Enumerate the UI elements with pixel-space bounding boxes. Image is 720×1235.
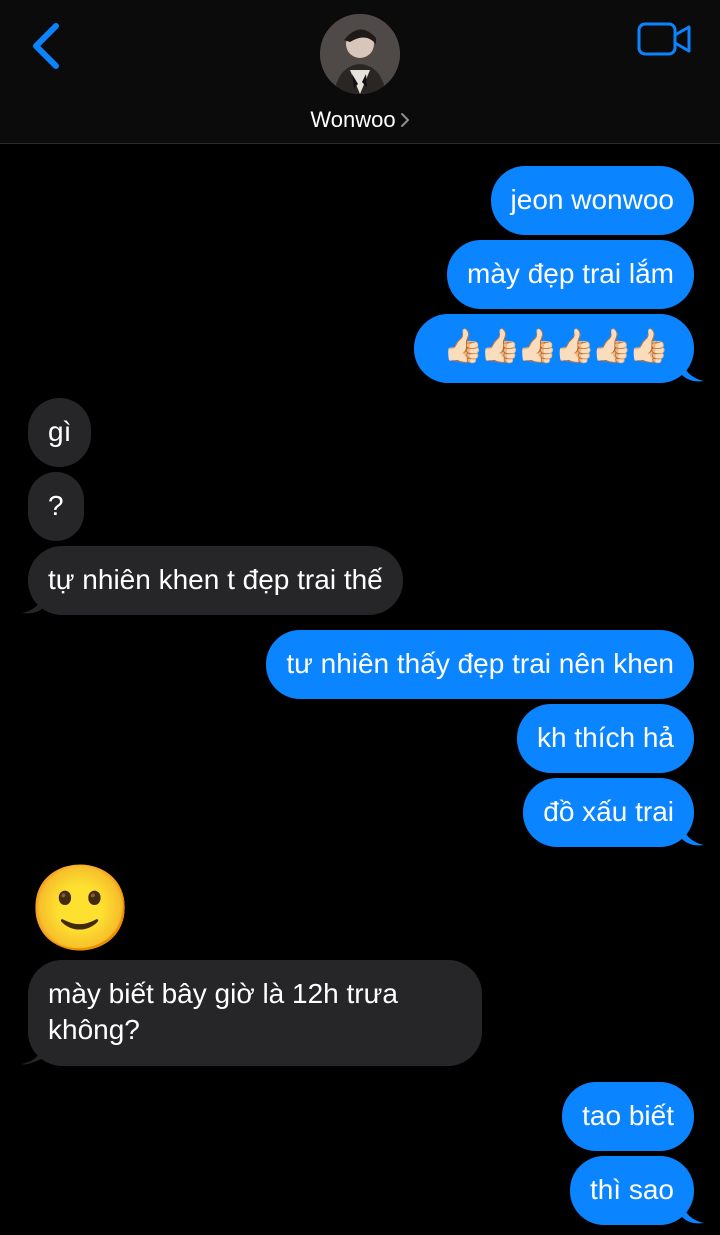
avatar-photo-icon [320, 14, 400, 94]
bubble-tail-outgoing [682, 825, 704, 846]
conversation-header: Wonwoo [0, 0, 720, 144]
message-bubble-outgoing[interactable]: thì sao [569, 1156, 694, 1225]
message-text-line: mày biết bây giờ là 12h trưa [48, 978, 398, 1009]
message-bubble-outgoing[interactable]: tao biết [562, 1082, 694, 1151]
message-bubble-outgoing[interactable]: mày đẹp trai lắm [447, 240, 694, 309]
contact-name: Wonwoo [310, 107, 396, 132]
message-bubble-incoming[interactable]: mày biết bây giờ là 12h trưa không? [28, 960, 482, 1066]
message-bubble-incoming[interactable]: gì [28, 398, 92, 467]
bubble-tail-incoming [22, 593, 44, 614]
message-bubble-incoming[interactable]: ? [28, 472, 84, 541]
message-bubble-outgoing-emoji[interactable]: 👍🏻👍🏻👍🏻👍🏻👍🏻👍🏻 [414, 314, 694, 383]
message-bubble-outgoing[interactable]: jeon wonwoo [490, 166, 694, 235]
bubble-tail-incoming [22, 1044, 44, 1065]
contact-info-button[interactable]: Wonwoo [0, 14, 720, 133]
contact-avatar [320, 14, 400, 94]
message-bubble-incoming[interactable]: tự nhiên khen t đẹp trai thế [28, 546, 403, 615]
message-emoji-incoming[interactable]: 🙂 [28, 860, 133, 956]
message-bubble-outgoing[interactable]: đồ xấu trai [523, 778, 694, 847]
chevron-right-icon [400, 113, 409, 127]
bubble-tail-outgoing [682, 1203, 704, 1224]
bubble-tail-outgoing [682, 361, 704, 382]
facetime-video-icon[interactable] [636, 20, 692, 60]
contact-name-row: Wonwoo [310, 107, 409, 133]
message-text-line: không? [48, 1014, 140, 1045]
message-bubble-outgoing[interactable]: tư nhiên thấy đẹp trai nên khen [266, 630, 694, 699]
message-bubble-outgoing[interactable]: kh thích hả [517, 704, 694, 773]
